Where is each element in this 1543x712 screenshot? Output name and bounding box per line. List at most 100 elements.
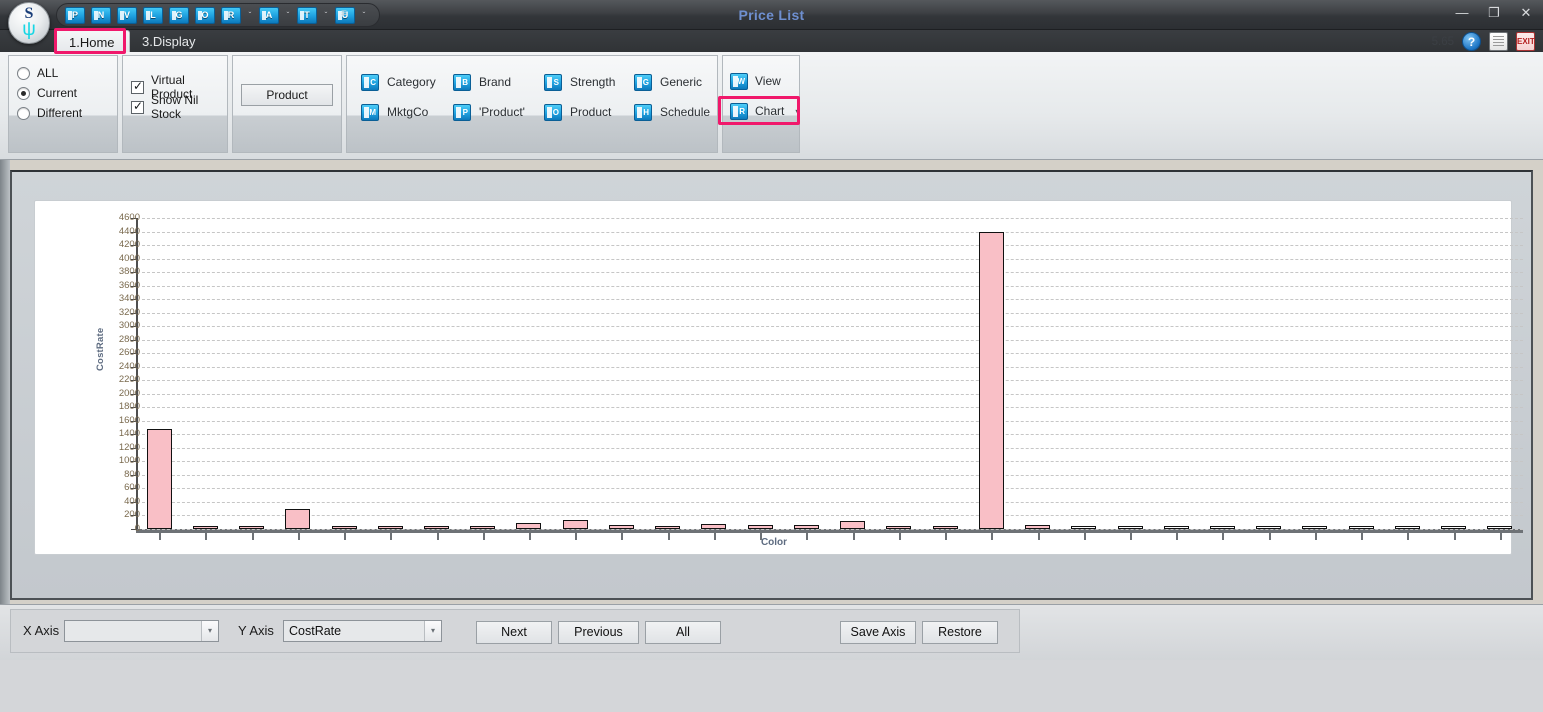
tab-display[interactable]: 3.Display — [128, 30, 209, 54]
grid-line — [142, 529, 1523, 530]
y-axis-tick-label: 0 — [134, 523, 140, 534]
field-button-label: 'Product' — [479, 105, 525, 119]
field-button-label: Product — [570, 105, 612, 119]
field-button-product[interactable]: O Product — [544, 100, 611, 124]
y-axis-select[interactable]: CostRate ▾ — [283, 620, 442, 642]
x-axis-tick — [390, 531, 392, 540]
radio-icon[interactable] — [17, 86, 30, 100]
all-button[interactable]: All — [645, 621, 721, 644]
grid-line — [142, 407, 1523, 409]
grid-line — [142, 515, 1523, 517]
brand-icon: B — [453, 73, 471, 91]
radio-option-all[interactable]: ALL — [17, 64, 58, 82]
radio-option-current[interactable]: Current — [17, 84, 77, 102]
bar — [840, 521, 865, 529]
chevron-down-icon[interactable]: ˇ — [283, 11, 293, 20]
qat-o-icon[interactable]: O — [195, 6, 215, 24]
radio-option-different[interactable]: Different — [17, 104, 82, 122]
save-axis-button[interactable]: Save Axis — [840, 621, 916, 644]
chevron-down-icon[interactable]: ˇ — [321, 11, 331, 20]
grid-line — [142, 231, 1523, 233]
qat-g-icon[interactable]: G — [169, 6, 189, 24]
grid-line — [142, 245, 1523, 247]
field-button-label: Strength — [570, 75, 616, 89]
ribbon-body: ALL Current Different Virtual ProductShow … — [0, 52, 1543, 160]
help-icon[interactable]: ? — [1462, 32, 1481, 51]
grid-line — [142, 393, 1523, 395]
view-button[interactable]: W View — [730, 70, 781, 92]
chevron-down-icon[interactable]: ▾ — [795, 107, 799, 116]
chevron-down-icon[interactable]: ˇ — [245, 11, 255, 20]
minimize-button[interactable]: — — [1453, 4, 1471, 22]
bar — [1071, 526, 1096, 529]
restore-button[interactable]: Restore — [922, 621, 998, 644]
scope-group-inner: ALL Current Different — [9, 56, 117, 134]
quick-access-overflow-icon[interactable]: ≡ — [341, 8, 347, 19]
x-axis-tick — [1500, 531, 1502, 540]
chevron-down-icon[interactable]: ▾ — [424, 621, 441, 641]
y-axis-tick-label: 3200 — [118, 306, 140, 318]
qat-a-icon[interactable]: A — [259, 6, 279, 24]
checkbox-icon[interactable] — [131, 99, 144, 114]
y-axis-tick-label: 1600 — [118, 414, 140, 426]
checkbox-label: Show Nil Stock — [151, 93, 199, 121]
field-button-schedule[interactable]: H Schedule — [634, 100, 710, 124]
maximize-button[interactable]: ❐ — [1485, 4, 1503, 22]
qat-r-icon[interactable]: R — [221, 6, 241, 24]
x-axis-label-text: X Axis — [23, 623, 60, 638]
category-icon: C — [361, 73, 379, 91]
field-button-product[interactable]: P 'Product' — [453, 100, 525, 124]
close-button[interactable]: ✕ — [1517, 4, 1535, 22]
x-axis-tick — [991, 531, 993, 540]
chart-button[interactable]: R Chart ▾ — [730, 100, 799, 122]
checkbox-icon[interactable] — [131, 79, 144, 94]
chart-panel: CostRate Color 0 200 400 600 800 1000 1200 1400… — [34, 200, 1523, 555]
radio-icon[interactable] — [17, 66, 30, 80]
x-axis-tick — [529, 531, 531, 540]
qat-v-icon[interactable]: V — [117, 6, 137, 24]
checkbox-show-nil-stock[interactable]: Show Nil Stock — [131, 93, 227, 121]
document-icon[interactable] — [1489, 32, 1508, 51]
grid-line — [142, 272, 1523, 274]
bar — [1302, 526, 1327, 529]
grid-line — [142, 258, 1523, 260]
field-button-strength[interactable]: S Strength — [544, 70, 615, 94]
next-button[interactable]: Next — [476, 621, 552, 644]
x-axis-label: Color — [760, 537, 788, 548]
chart-button-label: Chart — [755, 104, 785, 118]
grid-line — [142, 285, 1523, 287]
scope-group: ALL Current Different — [8, 55, 118, 153]
x-axis-select[interactable]: ▾ — [64, 620, 219, 642]
bar — [794, 525, 819, 529]
chevron-down-icon[interactable]: ˇ — [359, 11, 369, 20]
x-axis-tick — [483, 531, 485, 540]
radio-icon[interactable] — [17, 106, 30, 120]
product-button[interactable]: Product — [241, 84, 333, 106]
chevron-down-icon[interactable]: ▾ — [201, 621, 218, 641]
bar — [285, 509, 310, 529]
bar — [378, 526, 403, 529]
application-menu-orb[interactable]: S ψ — [8, 2, 50, 44]
qat-p-icon[interactable]: P — [65, 6, 85, 24]
x-axis-tick — [806, 531, 808, 540]
y-axis-tick-label: 2600 — [118, 347, 140, 359]
field-button-category[interactable]: C Category — [361, 70, 436, 94]
x-axis-tick — [1269, 531, 1271, 540]
options-group-inner: Virtual ProductShow Nil Stock — [123, 56, 227, 134]
qat-n-icon[interactable]: N — [91, 6, 111, 24]
strength-icon: S — [544, 73, 562, 91]
x-axis-tick — [437, 531, 439, 540]
exit-icon[interactable]: EXIT — [1516, 32, 1535, 51]
y-axis-label-text: Y Axis — [238, 623, 274, 638]
field-button-brand[interactable]: B Brand — [453, 70, 511, 94]
previous-button[interactable]: Previous — [558, 621, 639, 644]
x-axis-tick — [1084, 531, 1086, 540]
x-axis-tick — [760, 531, 762, 540]
field-button-mktgco[interactable]: M MktgCo — [361, 100, 428, 124]
qat-l-icon[interactable]: L — [143, 6, 163, 24]
tab-home[interactable]: 1.Home — [54, 30, 130, 54]
x-axis-tick — [1315, 531, 1317, 540]
field-button-generic[interactable]: G Generic — [634, 70, 702, 94]
qat-t-icon[interactable]: T — [297, 6, 317, 24]
bar — [1118, 526, 1143, 529]
